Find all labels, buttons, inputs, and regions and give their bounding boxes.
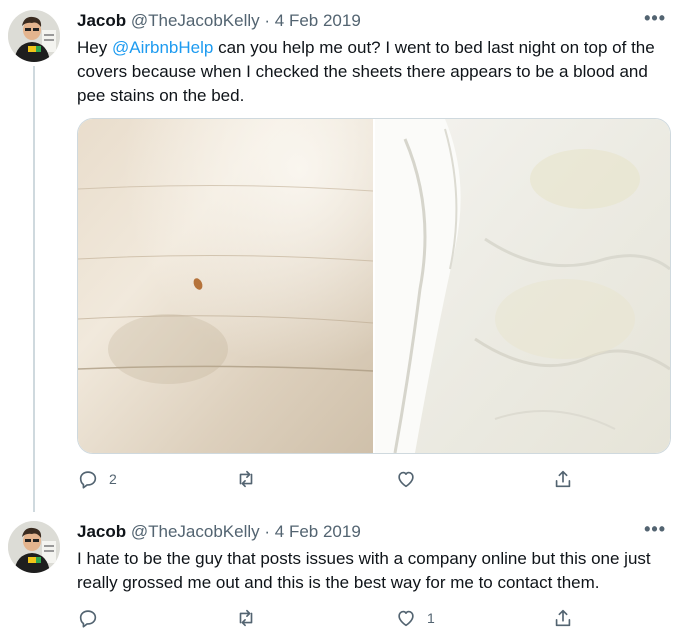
reply-button[interactable] bbox=[77, 607, 109, 629]
photo-rumpled-sheets[interactable] bbox=[375, 119, 670, 453]
retweet-button[interactable] bbox=[235, 607, 267, 629]
retweet-button[interactable] bbox=[235, 468, 267, 490]
media-grid bbox=[77, 118, 671, 454]
thread-line bbox=[33, 66, 35, 512]
more-horizontal-icon[interactable]: ••• bbox=[644, 519, 666, 540]
reply-icon bbox=[79, 471, 97, 489]
tweet-header: Jacob @TheJacobKelly · 4 Feb 2019 bbox=[77, 521, 361, 543]
author-name[interactable]: Jacob bbox=[77, 11, 126, 30]
reply-count: 2 bbox=[109, 471, 117, 487]
mention-link[interactable]: @AirbnbHelp bbox=[112, 38, 213, 57]
author-handle[interactable]: @TheJacobKelly bbox=[131, 11, 260, 30]
tweet-header: Jacob @TheJacobKelly · 4 Feb 2019 bbox=[77, 10, 361, 32]
tweet-1[interactable]: Jacob @TheJacobKelly · 4 Feb 2019 ••• He… bbox=[0, 0, 680, 512]
separator-dot: · bbox=[264, 522, 271, 541]
share-icon bbox=[555, 609, 571, 627]
reply-icon bbox=[79, 610, 97, 628]
separator-dot: · bbox=[264, 11, 271, 30]
avatar[interactable] bbox=[8, 10, 60, 62]
tweet-actions: 2 bbox=[77, 468, 637, 492]
tweet-text-part: I hate to be the guy that posts issues w… bbox=[77, 549, 651, 592]
like-button[interactable]: 1 bbox=[395, 607, 435, 629]
photo-sheet-stain[interactable] bbox=[78, 119, 374, 453]
avatar[interactable] bbox=[8, 521, 60, 573]
author-handle[interactable]: @TheJacobKelly bbox=[131, 522, 260, 541]
author-name[interactable]: Jacob bbox=[77, 522, 126, 541]
tweet-text-part: Hey bbox=[77, 38, 112, 57]
more-horizontal-icon[interactable]: ••• bbox=[644, 8, 666, 29]
tweet-date[interactable]: 4 Feb 2019 bbox=[275, 522, 361, 541]
tweet-date[interactable]: 4 Feb 2019 bbox=[275, 11, 361, 30]
share-icon bbox=[555, 470, 571, 488]
retweet-icon bbox=[239, 609, 253, 627]
tweet-actions: 1 bbox=[77, 607, 637, 631]
retweet-icon bbox=[239, 470, 253, 488]
like-count: 1 bbox=[427, 610, 435, 626]
tweet-text: I hate to be the guy that posts issues w… bbox=[77, 547, 667, 595]
share-button[interactable] bbox=[552, 468, 574, 490]
tweet-2[interactable]: Jacob @TheJacobKelly · 4 Feb 2019 ••• I … bbox=[0, 511, 680, 635]
heart-icon bbox=[398, 471, 414, 488]
share-button[interactable] bbox=[552, 607, 574, 629]
reply-button[interactable]: 2 bbox=[77, 468, 117, 490]
like-button[interactable] bbox=[395, 468, 427, 490]
tweet-text: Hey @AirbnbHelp can you help me out? I w… bbox=[77, 36, 667, 108]
heart-icon bbox=[398, 610, 414, 627]
